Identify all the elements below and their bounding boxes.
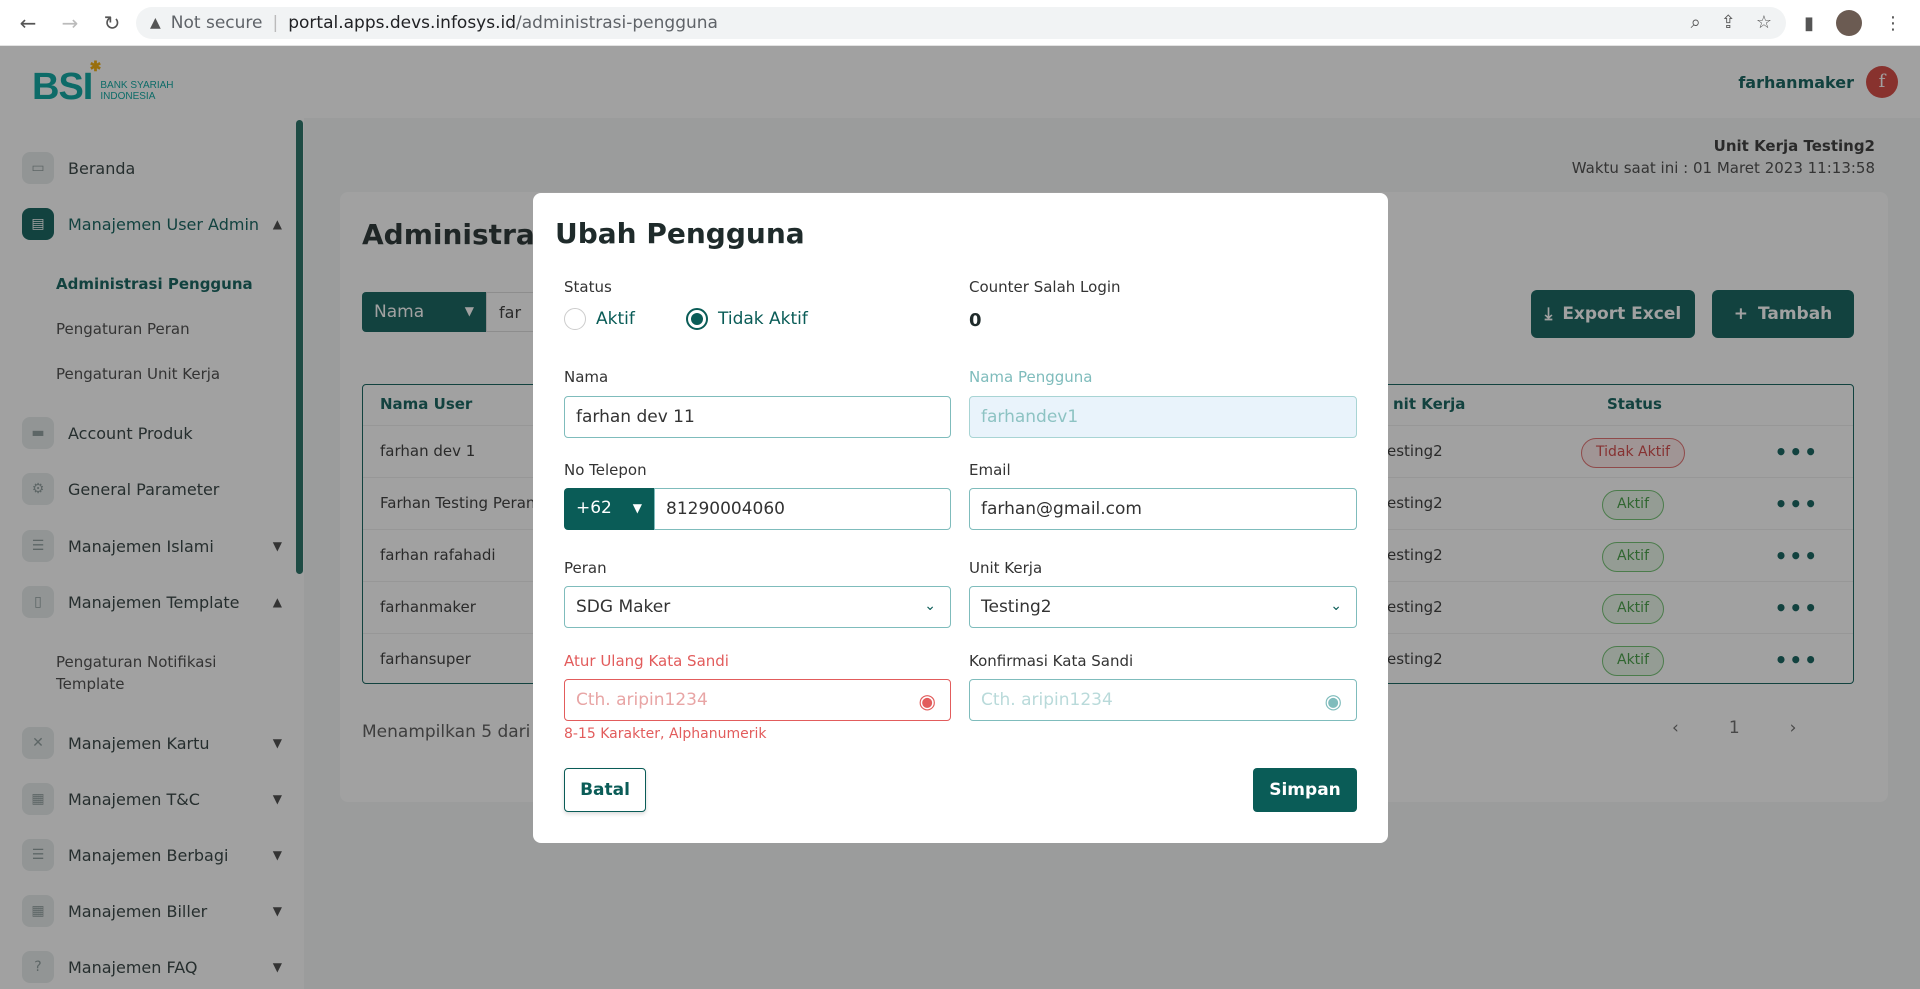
eye-off-icon[interactable]: ◉ <box>919 689 936 713</box>
warning-icon: ▲ <box>150 15 161 31</box>
peran-value: SDG Maker <box>576 597 671 617</box>
peran-select[interactable]: SDG Maker ⌄ <box>564 586 951 628</box>
address-bar[interactable]: ▲ Not secure | portal.apps.devs.infosys.… <box>136 7 1786 39</box>
counter-label: Counter Salah Login <box>969 278 1121 296</box>
save-button[interactable]: Simpan <box>1253 768 1357 812</box>
zoom-icon[interactable]: ⌕ <box>1691 12 1701 33</box>
reset-password-helper: 8-15 Karakter, Alphanumerik <box>564 726 767 742</box>
back-icon[interactable]: ← <box>18 11 38 35</box>
menu-kebab-icon[interactable]: ⋮ <box>1884 13 1902 34</box>
country-code-select[interactable]: +62 ▼ <box>564 488 654 530</box>
radio-label: Aktif <box>596 309 635 329</box>
reset-password-label: Atur Ulang Kata Sandi <box>564 652 729 670</box>
reset-password-field[interactable]: Cth. aripin1234 ◉ <box>564 679 951 721</box>
nama-pengguna-label: Nama Pengguna <box>969 368 1093 386</box>
radio-circle <box>564 308 586 330</box>
profile-avatar[interactable] <box>1836 10 1862 36</box>
unit-kerja-select[interactable]: Testing2 ⌄ <box>969 586 1357 628</box>
unit-kerja-label: Unit Kerja <box>969 559 1043 577</box>
reset-password-placeholder: Cth. aripin1234 <box>576 690 708 710</box>
forward-icon[interactable]: → <box>60 11 80 35</box>
modal-title: Ubah Pengguna <box>555 217 805 250</box>
divider: | <box>272 13 279 33</box>
url-text: portal.apps.devs.infosys.id/administrasi… <box>288 13 718 33</box>
nama-field[interactable]: farhan dev 11 <box>564 396 951 438</box>
counter-value: 0 <box>969 310 982 331</box>
chevron-down-icon: ⌄ <box>924 598 936 614</box>
confirm-password-field[interactable]: Cth. aripin1234 ◉ <box>969 679 1357 721</box>
unit-kerja-value: Testing2 <box>981 597 1052 617</box>
radio-tidak-aktif[interactable]: Tidak Aktif <box>686 308 808 330</box>
nama-pengguna-field: farhandev1 <box>969 396 1357 438</box>
nama-label: Nama <box>564 368 609 386</box>
side-panel-icon[interactable]: ▮ <box>1804 13 1814 34</box>
radio-aktif[interactable]: Aktif <box>564 308 635 330</box>
edit-user-modal: Ubah Pengguna Status Aktif Tidak Aktif C… <box>533 193 1388 843</box>
eye-off-icon[interactable]: ◉ <box>1325 689 1342 713</box>
email-label: Email <box>969 461 1011 479</box>
status-label: Status <box>564 278 612 296</box>
browser-toolbar: ← → ↻ ▲ Not secure | portal.apps.devs.in… <box>0 0 1920 46</box>
email-field[interactable]: farhan@gmail.com <box>969 488 1357 530</box>
confirm-password-label: Konfirmasi Kata Sandi <box>969 652 1134 670</box>
telepon-label: No Telepon <box>564 461 647 479</box>
security-label: Not secure <box>170 13 263 33</box>
reload-icon[interactable]: ↻ <box>102 11 122 35</box>
peran-label: Peran <box>564 559 607 577</box>
radio-label: Tidak Aktif <box>718 309 808 329</box>
chevron-down-icon: ▼ <box>632 501 642 515</box>
radio-circle-selected <box>686 308 708 330</box>
country-code-value: +62 <box>576 498 612 518</box>
chevron-down-icon: ⌄ <box>1330 598 1342 614</box>
cancel-button[interactable]: Batal <box>564 768 646 812</box>
telepon-field[interactable]: 81290004060 <box>654 488 951 530</box>
url-path: /administrasi-pengguna <box>516 13 718 33</box>
url-host: portal.apps.devs.infosys.id <box>288 13 517 33</box>
star-icon[interactable]: ☆ <box>1756 12 1772 33</box>
share-icon[interactable]: ⇪ <box>1721 12 1736 33</box>
confirm-password-placeholder: Cth. aripin1234 <box>981 690 1113 710</box>
